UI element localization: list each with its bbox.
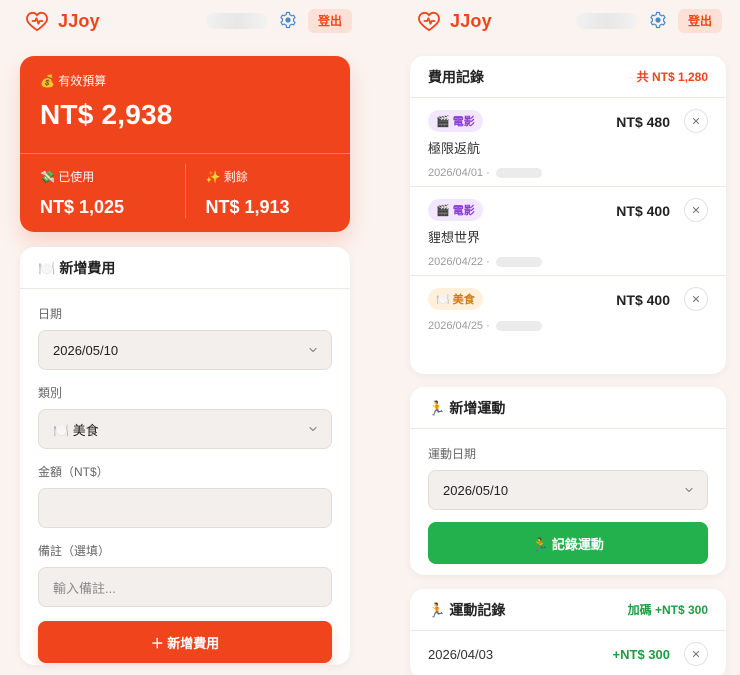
close-icon [691,292,701,307]
category-tag-movie: 🎬 電影 [428,110,483,132]
gear-icon [649,11,667,32]
exercise-date-label: 運動日期 [428,447,477,461]
settings-button[interactable] [278,11,298,31]
budget-card: 💰 有效預算 NT$ 2,938 💸 已使用 NT$ 1,025 ✨ 剩餘 NT… [20,56,350,232]
heart-pulse-icon [26,11,48,31]
expense-total: 共 NT$ 1,280 [636,70,708,84]
expense-amount: NT$ 400 [616,292,670,308]
screenshot-frame: JJoy 登出 💰 有效預算 NT$ 2,938 💸 已使用 NT$ 1,025… [0,0,740,675]
user-name-blurred [575,13,638,29]
date-value: 2026/05/10 [53,342,119,358]
expense-date: 2026/04/25 · [428,320,490,332]
chevron-down-icon [307,344,319,356]
budget-bottom: 💸 已使用 NT$ 1,025 ✨ 剩餘 NT$ 1,913 [20,154,350,232]
add-expense-card: 🍽️ 新增費用 日期 2026/05/10 類別 🍽️ 美食 金額（NT$） 備… [20,247,350,665]
record-exercise-button-label: 🏃 記錄運動 [532,536,604,552]
top-bar: JJoy 登出 [370,0,740,42]
add-exercise-form: 運動日期 2026/05/10 🏃 記錄運動 [410,429,726,564]
expense-record-item: 🎬 電影 貍想世界 2026/04/22 · NT$ 400 [410,187,726,276]
exercise-date-value: 2026/05/10 [443,482,509,498]
add-expense-button[interactable]: ＋ 新增費用 [38,621,332,663]
blurred-user [495,321,542,331]
expense-record-item: 🍽️ 美食 2026/04/25 · NT$ 400 [410,276,726,365]
brand[interactable]: JJoy [418,11,492,32]
close-icon [691,203,701,218]
used-label: 💸 已使用 [40,170,95,184]
user-name-blurred [205,13,268,29]
settings-button[interactable] [648,11,668,31]
category-tag-food: 🍽️ 美食 [428,288,483,310]
note-label: 備註（選填） [38,544,111,558]
chevron-down-icon [683,484,695,496]
top-bar: JJoy 登出 [0,0,370,42]
delete-expense-button[interactable] [684,198,708,222]
close-icon [691,647,701,662]
amount-label: 金額（NT$） [38,465,109,479]
category-select[interactable]: 🍽️ 美食 [38,409,332,449]
gear-icon [279,11,297,32]
close-icon [691,114,701,129]
brand[interactable]: JJoy [26,11,100,32]
used-section: 💸 已使用 NT$ 1,025 [20,154,185,232]
expense-records-card: 費用記錄 共 NT$ 1,280 🎬 電影 極限返航 2026/04/01 · … [410,56,726,374]
exercise-records-card: 🏃 運動記錄 加碼 +NT$ 300 2026/04/03 +NT$ 300 [410,589,726,675]
right-screen: JJoy 登出 費用記錄 共 NT$ 1,280 🎬 電影 極限返航 2026/… [370,0,740,675]
expense-records-header: 費用記錄 共 NT$ 1,280 [410,56,726,98]
category-label: 類別 [38,386,63,400]
exercise-amount: +NT$ 300 [612,646,670,662]
add-expense-button-label: ＋ 新增費用 [150,635,220,651]
add-exercise-title: 🏃 新增運動 [428,399,506,416]
exercise-record-item: 2026/04/03 +NT$ 300 [410,631,726,675]
heart-pulse-icon [418,11,440,31]
add-exercise-card: 🏃 新增運動 運動日期 2026/05/10 🏃 記錄運動 [410,387,726,575]
note-placeholder: 輸入備註... [53,580,116,596]
expense-meta: 2026/04/25 · [428,320,708,332]
left-screen: JJoy 登出 💰 有效預算 NT$ 2,938 💸 已使用 NT$ 1,025… [0,0,370,675]
expense-title: 極限返航 [428,141,481,156]
blurred-user [495,168,542,178]
date-select[interactable]: 2026/05/10 [38,330,332,370]
add-expense-header: 🍽️ 新增費用 [20,247,350,289]
expense-amount: NT$ 480 [616,114,670,130]
budget-top: 💰 有效預算 NT$ 2,938 [20,56,350,154]
brand-name: JJoy [58,10,100,31]
category-value: 🍽️ 美食 [53,422,99,438]
exercise-bonus: 加碼 +NT$ 300 [627,603,708,617]
blurred-user [495,257,542,267]
exercise-records-title: 🏃 運動記錄 [428,601,506,618]
expense-amount: NT$ 400 [616,203,670,219]
exercise-date-select[interactable]: 2026/05/10 [428,470,708,510]
effective-budget-label: 💰 有效預算 [40,74,107,88]
used-amount: NT$ 1,025 [40,197,125,217]
record-exercise-button[interactable]: 🏃 記錄運動 [428,522,708,564]
expense-records-title: 費用記錄 [428,68,484,85]
category-tag-movie: 🎬 電影 [428,199,483,221]
brand-name: JJoy [450,10,492,31]
expense-title: 貍想世界 [428,230,481,245]
expense-record-item: 🎬 電影 極限返航 2026/04/01 · NT$ 480 [410,98,726,187]
delete-expense-button[interactable] [684,287,708,311]
delete-exercise-button[interactable] [684,642,708,666]
amount-input[interactable] [38,488,332,528]
remaining-label: ✨ 剩餘 [205,170,248,184]
logout-button[interactable]: 登出 [307,9,352,33]
expense-date: 2026/04/22 · [428,256,490,268]
logout-button[interactable]: 登出 [677,9,722,33]
exercise-records-header: 🏃 運動記錄 加碼 +NT$ 300 [410,589,726,631]
add-exercise-header: 🏃 新增運動 [410,387,726,429]
chevron-down-icon [307,423,319,435]
add-expense-title: 🍽️ 新增費用 [38,259,116,276]
delete-expense-button[interactable] [684,109,708,133]
remaining-section: ✨ 剩餘 NT$ 1,913 [184,164,351,218]
note-input[interactable]: 輸入備註... [38,567,332,607]
remaining-amount: NT$ 1,913 [205,197,290,217]
expense-meta: 2026/04/01 · [428,167,708,179]
add-expense-form: 日期 2026/05/10 類別 🍽️ 美食 金額（NT$） 備註（選填） 輸入… [20,289,350,663]
expense-date: 2026/04/01 · [428,167,490,179]
expense-meta: 2026/04/22 · [428,256,708,268]
date-label: 日期 [38,307,63,321]
exercise-date: 2026/04/03 [428,646,494,662]
effective-budget-amount: NT$ 2,938 [40,99,173,130]
